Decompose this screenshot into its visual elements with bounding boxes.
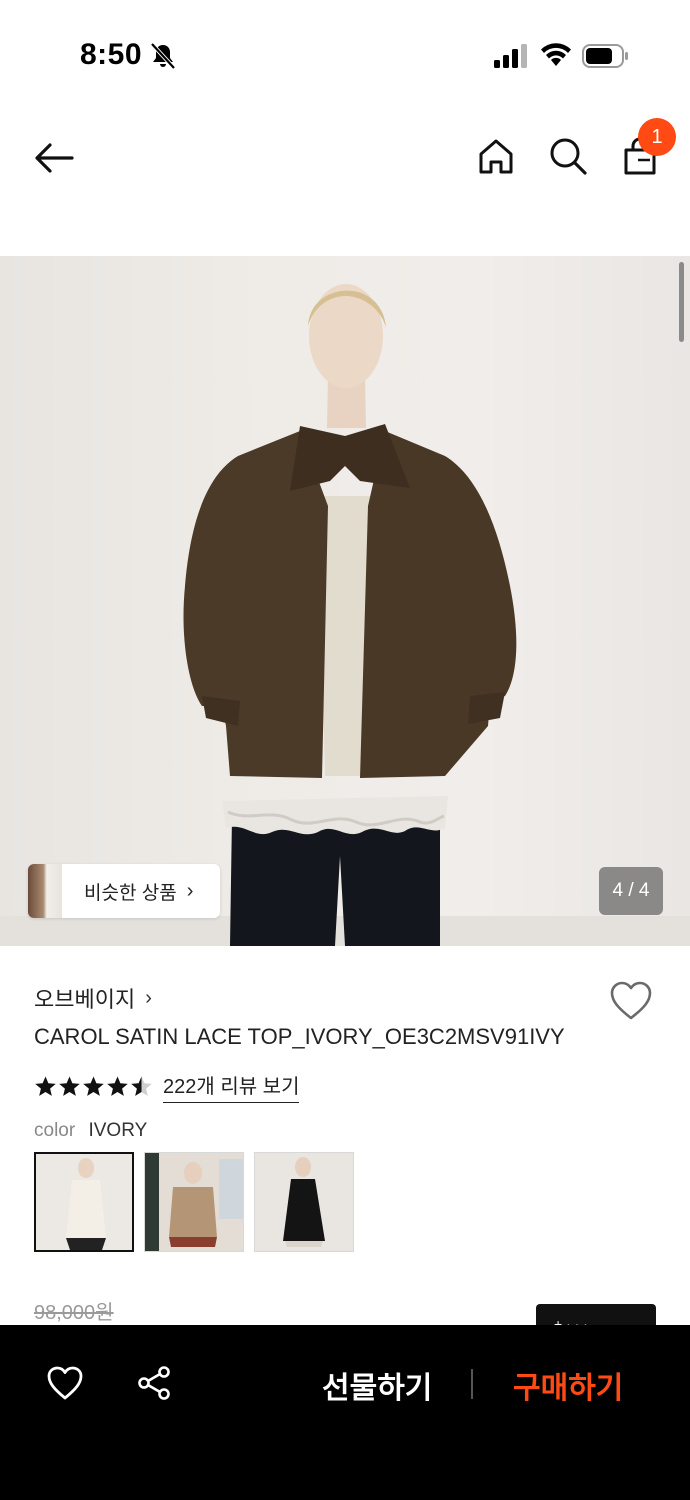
bottom-action-bar: 선물하기 구매하기 [0,1325,690,1500]
similar-products-label: 비슷한 상품 [84,882,177,904]
search-icon[interactable] [546,134,590,178]
wifi-icon [541,43,571,66]
home-icon[interactable] [474,134,518,178]
product-photo [0,284,690,946]
swatch-beige-image [145,1153,243,1251]
color-value: IVORY [88,1120,148,1141]
battery-icon [582,44,628,68]
scroll-indicator [679,262,684,342]
heart-icon[interactable] [608,980,654,1022]
status-time: 8:50 [80,38,143,71]
back-arrow-icon[interactable] [30,138,78,178]
brand-link[interactable]: 오브베이지 › [34,982,152,1014]
star-icon [35,1076,56,1096]
brand-name: 오브베이지 [34,987,136,1012]
status-bar: 8:50 [0,0,690,110]
cellular-signal-icon [494,44,527,68]
rating-row: 222개 리뷰 보기 [34,1070,300,1103]
swatch-ivory-image [36,1154,132,1250]
cart-count-badge: 1 [638,118,676,156]
similar-product-thumbnail [28,864,62,918]
star-icon [83,1076,104,1096]
image-page-counter: 4 / 4 [599,867,663,915]
swatch-black[interactable] [254,1152,354,1252]
top-nav-bar [0,110,690,210]
share-icon[interactable] [136,1365,172,1401]
color-option-row: color IVORY [34,1120,147,1142]
rating-stars [34,1075,153,1098]
original-price: 98,000원 [34,1302,114,1324]
star-icon [107,1076,128,1096]
heart-icon[interactable] [46,1365,84,1401]
bell-off-icon [150,42,176,70]
review-link[interactable]: 222개 리뷰 보기 [163,1070,300,1103]
swatch-beige[interactable] [144,1152,244,1252]
color-swatches [34,1152,354,1252]
divider [471,1369,473,1399]
swatch-black-image [255,1153,353,1251]
chevron-right-icon: › [186,879,194,902]
swatch-ivory[interactable] [34,1152,134,1252]
gift-button[interactable]: 선물하기 [322,1363,432,1407]
star-icon [59,1076,80,1096]
half-star-icon [131,1076,152,1096]
chevron-right-icon: › [145,986,152,1009]
product-title: CAROL SATIN LACE TOP_IVORY_OE3C2MSV91IVY [34,1024,565,1049]
product-image-carousel[interactable] [0,256,690,946]
similar-products-button[interactable]: 비슷한 상품 › [28,864,220,918]
color-label: color [34,1120,76,1141]
buy-button[interactable]: 구매하기 [513,1363,623,1407]
